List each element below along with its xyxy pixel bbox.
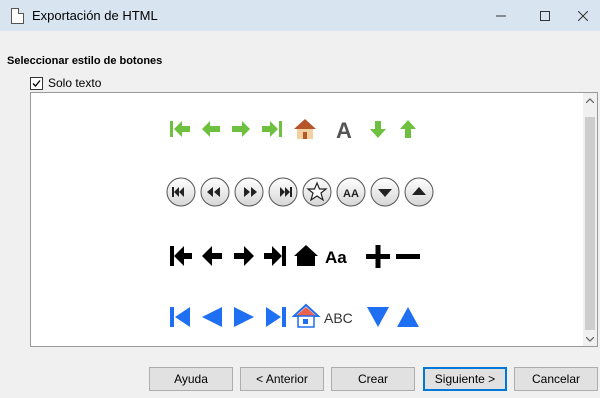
first-icon [170,307,190,327]
up-icon [397,307,419,327]
style-row-black-bold[interactable]: Aa [31,241,585,271]
next-icon [232,121,250,137]
style-preview-blue: ABC [170,303,419,328]
style-preview-green: A [170,118,416,141]
button-style-list[interactable]: A AA Aa ABC [30,92,598,347]
home-icon [294,245,318,266]
down-icon [370,121,386,138]
close-icon [578,10,588,21]
section-title: Seleccionar estilo de botones [7,55,163,67]
text-icon: Aa [325,248,347,267]
minimize-icon [496,15,506,16]
text-icon: ABC [324,310,353,326]
down-icon [370,177,400,207]
scroll-thumb[interactable] [585,117,595,330]
style-preview-black: Aa [170,245,420,268]
home-icon [294,119,316,139]
minus-icon [396,254,420,259]
help-button[interactable]: Ayuda [149,367,233,391]
text-only-checkbox[interactable] [30,76,43,90]
text-icon: AA [336,177,366,207]
next-icon [234,307,254,327]
last-icon [266,307,286,327]
svg-text:AA: AA [343,188,359,200]
up-icon [400,120,416,138]
last-icon [262,121,282,137]
cancel-button[interactable]: Cancelar [514,367,598,391]
home-icon [291,303,321,328]
plus-icon [366,245,390,268]
previous-icon [202,307,222,327]
style-row-blue-triangles[interactable]: ABC [31,302,585,332]
next-icon [234,177,264,207]
previous-icon [202,246,222,266]
previous-icon [202,121,220,137]
text-only-label: Solo texto [48,76,102,90]
up-icon [404,177,434,207]
first-icon [170,246,192,266]
last-icon [264,246,286,266]
text-icon: A [336,118,352,141]
down-icon [367,307,389,327]
style-row-round-gray[interactable]: AA [31,175,585,209]
create-button[interactable]: Crear [331,367,415,391]
document-icon [11,8,24,24]
last-icon [268,177,298,207]
maximize-icon [540,10,550,21]
back-button[interactable]: < Anterior [240,367,324,391]
next-icon [234,246,254,266]
previous-icon [200,177,230,207]
next-button[interactable]: Siguiente > [423,367,507,391]
style-preview-round: AA [166,177,434,207]
vertical-scrollbar[interactable] [583,93,597,346]
minimize-button[interactable] [478,0,524,31]
checkmark-icon [32,79,41,87]
close-button[interactable] [560,0,600,31]
scroll-down-icon[interactable] [583,332,597,346]
style-row-green-arrows[interactable]: A [31,115,585,143]
svg-text:Aa: Aa [325,248,347,267]
first-icon [170,121,190,137]
title-bar: Exportación de HTML [0,0,600,31]
dialog-button-bar: Ayuda < Anterior Crear Siguiente > Cance… [0,367,600,393]
window-title: Exportación de HTML [32,8,158,23]
scroll-up-icon[interactable] [583,93,597,107]
first-icon [166,177,196,207]
text-only-option[interactable]: Solo texto [30,76,101,90]
star-icon [302,177,332,207]
